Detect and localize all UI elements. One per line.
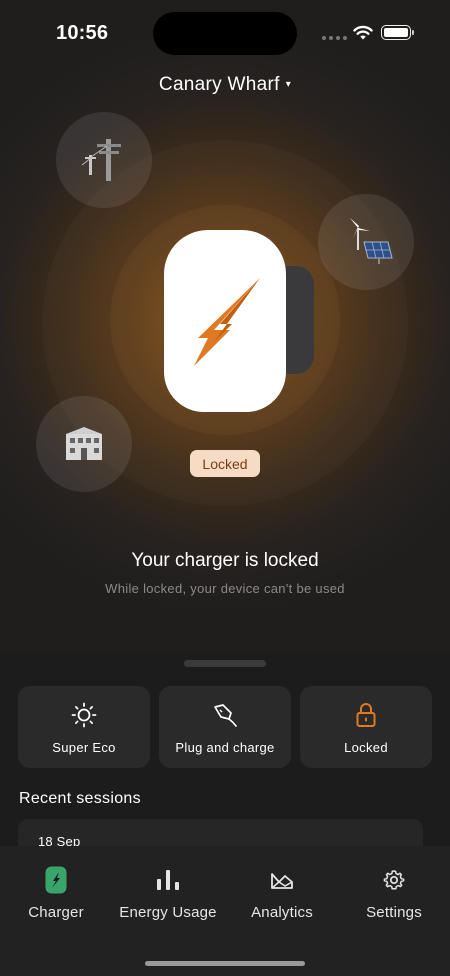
solar-wind-icon [350,218,393,264]
tab-settings-label: Settings [366,904,422,921]
plug-and-charge-label: Plug and charge [175,740,275,755]
location-selector[interactable]: Canary Wharf ▾ [0,74,450,96]
dynamic-island [153,12,297,55]
signal-dots-icon [322,36,347,40]
tab-analytics-label: Analytics [251,904,313,921]
battery-nub [412,30,414,35]
plug-and-charge-button[interactable]: Plug and charge [159,686,291,768]
tab-energy-usage[interactable]: Energy Usage [112,864,224,921]
location-name: Canary Wharf [158,74,280,95]
home-source-bubble[interactable] [36,396,132,492]
battery-icon [381,25,411,40]
lock-icon [356,703,376,727]
super-eco-button[interactable]: Super Eco [18,686,150,768]
analytics-icon [271,873,293,889]
status-time: 10:56 [56,22,109,44]
lock-button[interactable]: Locked [300,686,432,768]
sun-icon [71,702,97,728]
charger-status-subtitle: While locked, your device can't be used [105,581,345,596]
tab-settings[interactable]: Settings [356,864,432,921]
lock-label: Locked [344,740,388,755]
tab-charger-label: Charger [28,904,84,921]
super-eco-label: Super Eco [52,740,116,755]
house-icon [66,427,102,460]
bar-chart-icon [157,870,179,890]
tab-analytics[interactable]: Analytics [238,864,326,921]
recent-sessions-title: Recent sessions [19,790,141,807]
gear-icon [383,870,405,890]
grid-source-bubble[interactable] [56,112,152,208]
solar-wind-source-bubble[interactable] [318,194,414,290]
chevron-down-icon: ▾ [285,79,292,90]
home-indicator[interactable] [145,961,305,966]
status-badge: Locked [190,450,260,477]
lightning-bolt-icon [194,278,260,366]
tab-energy-usage-label: Energy Usage [119,904,217,921]
tab-charger[interactable]: Charger [18,864,94,921]
plug-icon [214,704,237,727]
grid-pylon-icon [81,139,121,181]
charger-status-title: Your charger is locked [131,550,319,571]
charger-icon [45,866,67,894]
wifi-icon [353,25,373,40]
sheet-grabber[interactable] [184,660,266,667]
